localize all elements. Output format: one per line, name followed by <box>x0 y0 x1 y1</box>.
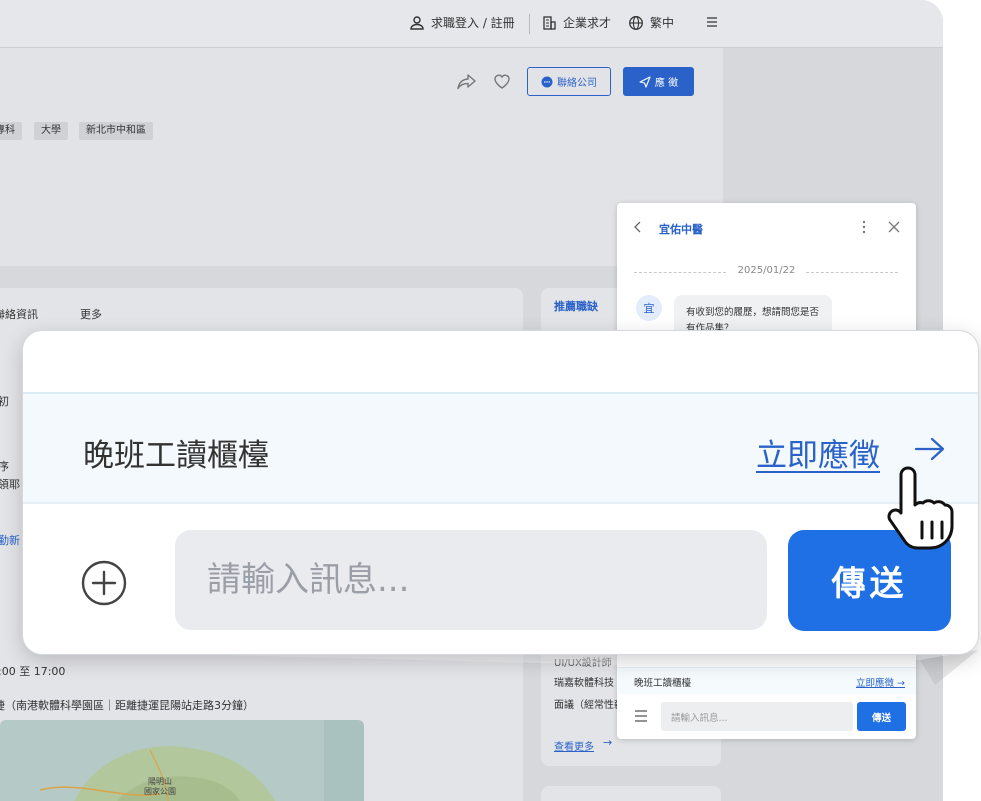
globe-icon <box>629 15 643 30</box>
date-divider <box>806 272 898 273</box>
job-apply-row: 晚班工讀櫃檯 立即應徵 <box>23 392 978 504</box>
chat-company-name: 宜佑中醫 <box>659 223 703 236</box>
tab-more[interactable]: 更多 <box>80 306 102 322</box>
pointer-hand-cursor-icon <box>887 466 954 550</box>
chat-send-button[interactable]: 傳送 <box>857 702 906 731</box>
share-icon[interactable] <box>456 70 478 92</box>
tag-location: 新北市中和區 <box>79 122 153 140</box>
contact-company-button[interactable]: 聯絡公司 <box>527 67 611 96</box>
chat-apply-link[interactable]: 立即應徵 → <box>856 675 905 689</box>
tag-education-1: 專科 <box>0 122 22 140</box>
chat-apply-label: 立即應徵 <box>856 678 895 689</box>
arrow-right-icon: → <box>603 736 613 749</box>
see-more-link[interactable]: 查看更多 <box>554 738 594 753</box>
menu-icon[interactable] <box>634 710 648 722</box>
employer-label: 企業求才 <box>563 16 612 30</box>
more-options-icon[interactable] <box>861 220 867 234</box>
recommended-salary: 面議（經常性薪 <box>554 700 624 711</box>
contact-label: 聯絡公司 <box>557 78 597 89</box>
chat-header: 宜佑中醫 <box>617 203 916 251</box>
location-map[interactable]: 陽明山 國家公園 <box>0 720 364 801</box>
chat-job-title: 晚班工讀櫃檯 <box>634 678 692 689</box>
apply-button[interactable]: 應 徵 <box>623 67 694 96</box>
recommended-title: 推薦職缺 <box>554 300 598 313</box>
hamburger-icon <box>707 17 717 27</box>
job-header <box>0 48 723 266</box>
back-icon[interactable] <box>633 221 643 233</box>
map-label: 國家公園 <box>144 787 176 796</box>
apply-label: 應 徵 <box>654 78 679 89</box>
magnified-job-title: 晚班工讀櫃檯 <box>83 438 269 474</box>
tab-contact[interactable]: 聯絡資訊 <box>0 306 38 322</box>
recommended-company: 瑞嘉軟體科技 <box>554 678 614 689</box>
work-address: 捷（南港軟體科學園區｜距離捷運昆陽站走路3分鐘） <box>0 699 254 712</box>
building-icon <box>543 15 556 30</box>
text-fragment: 勤新 <box>0 534 20 547</box>
secondary-card <box>541 786 721 801</box>
chat-date: 2025/01/22 <box>737 265 796 276</box>
language-label: 繁中 <box>650 16 675 30</box>
arrow-right-icon[interactable] <box>913 434 947 464</box>
text-fragment: 初 <box>0 395 9 408</box>
add-attachment-icon[interactable] <box>81 560 127 606</box>
tag-education-2: 大學 <box>34 122 68 140</box>
work-hours: :00 至 17:00 <box>0 665 66 678</box>
divider <box>529 14 530 34</box>
text-fragment: 領耶 <box>0 478 20 491</box>
message-input-wrapper <box>175 530 767 630</box>
apply-now-link[interactable]: 立即應徵 <box>756 430 880 475</box>
screen: 求職登入 / 註冊 企業求才 繁中 聯絡公司 應 徵 專科 <box>0 0 981 801</box>
message-input[interactable] <box>175 530 767 630</box>
employer-link[interactable]: 企業求才 <box>541 14 611 31</box>
chat-bubble-icon <box>541 76 553 87</box>
close-icon[interactable] <box>888 221 900 233</box>
magnified-chat-panel: 晚班工讀櫃檯 立即應徵 傳送 <box>22 330 979 655</box>
avatar: 宜 <box>636 295 662 321</box>
chat-job-row: 晚班工讀櫃檯 立即應徵 → <box>617 667 916 694</box>
menu-button[interactable] <box>704 14 720 30</box>
user-icon <box>410 15 424 30</box>
heart-icon[interactable] <box>491 70 513 92</box>
top-navigation: 求職登入 / 註冊 企業求才 繁中 <box>0 0 943 48</box>
language-switch[interactable]: 繁中 <box>628 14 674 31</box>
recommended-job-title[interactable]: UI/UX設計師 <box>554 654 612 669</box>
login-label: 求職登入 / 註冊 <box>431 16 515 30</box>
login-link[interactable]: 求職登入 / 註冊 <box>409 14 515 31</box>
send-icon <box>639 75 651 88</box>
chat-input-row: 請輸入訊息... 傳送 <box>617 697 916 739</box>
text-fragment: 序 <box>0 460 9 473</box>
chat-message-input[interactable]: 請輸入訊息... <box>661 702 853 731</box>
